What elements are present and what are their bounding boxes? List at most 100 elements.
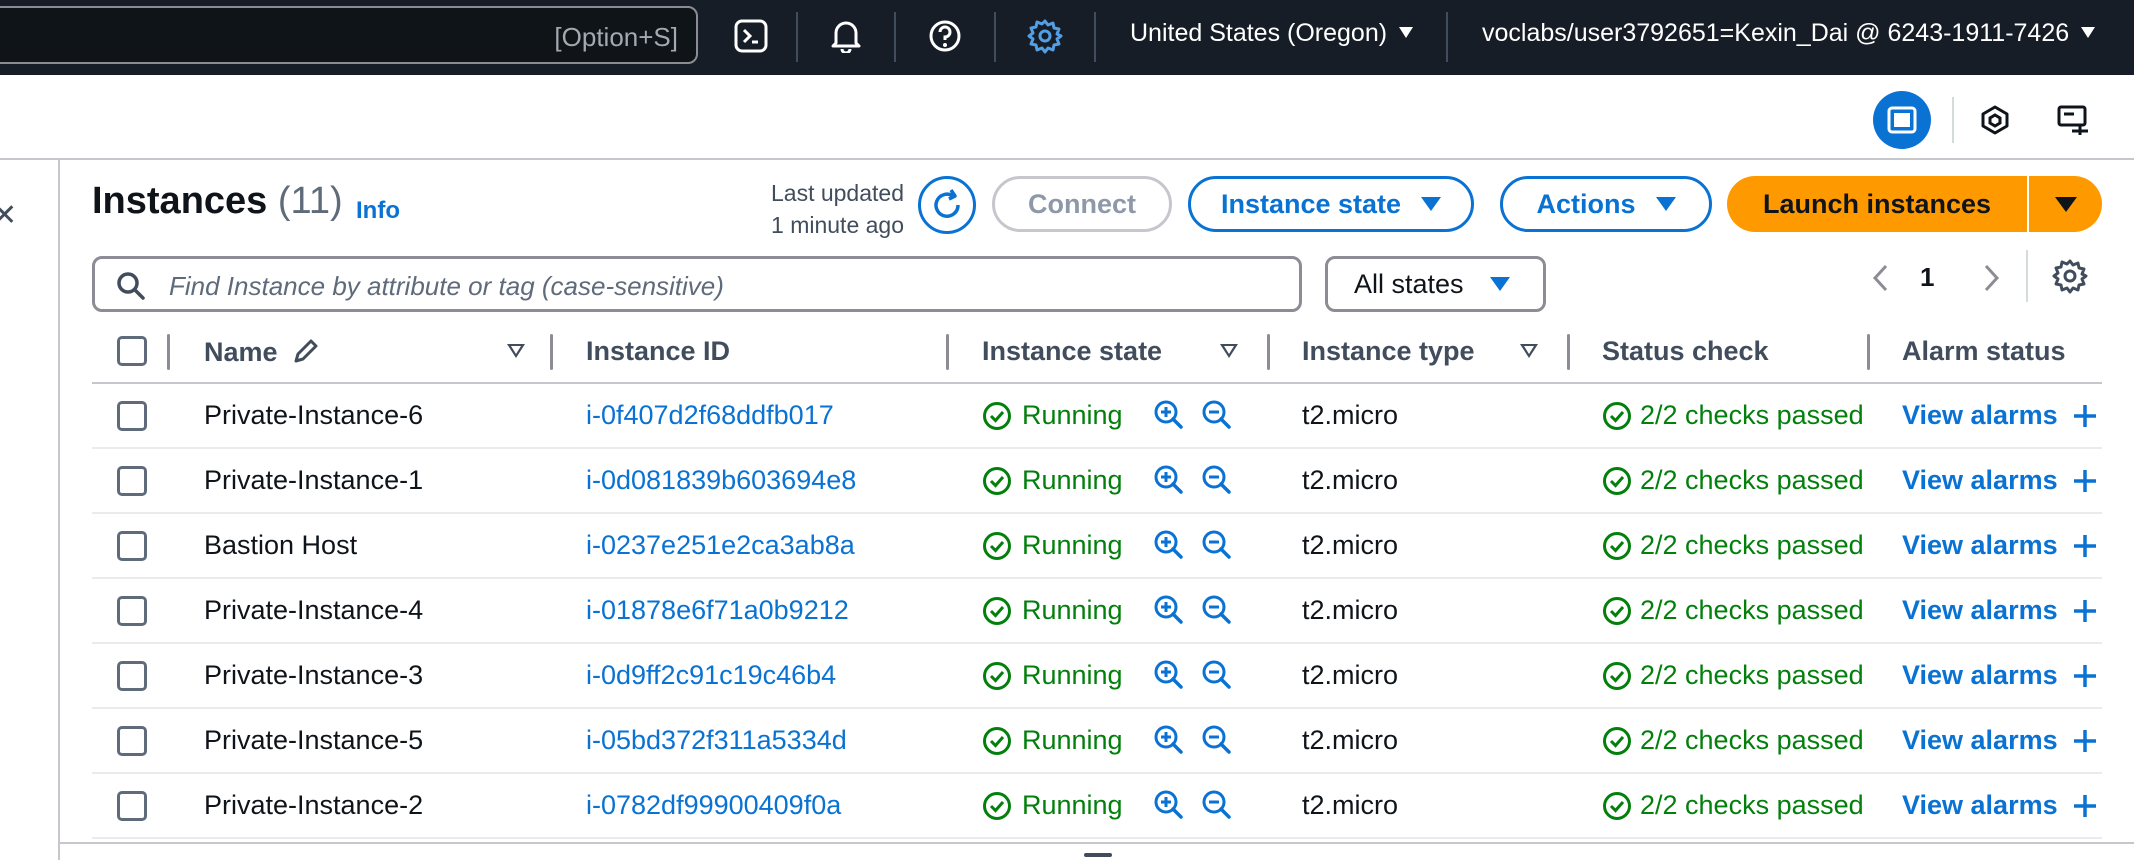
row-checkbox[interactable] xyxy=(117,596,147,626)
zoom-out-icon[interactable] xyxy=(1200,528,1234,562)
zoom-in-icon[interactable] xyxy=(1152,593,1186,627)
zoom-out-icon[interactable] xyxy=(1200,463,1234,497)
table-row[interactable]: Private-Instance-5 i-05bd372f311a5334d R… xyxy=(92,709,2102,774)
zoom-in-icon[interactable] xyxy=(1152,658,1186,692)
zoom-in-icon[interactable] xyxy=(1152,788,1186,822)
view-alarms-label: View alarms xyxy=(1902,725,2058,755)
plus-icon[interactable] xyxy=(2072,663,2098,689)
search-icon xyxy=(117,272,145,300)
view-alarms-link[interactable]: View alarms xyxy=(1902,400,2098,431)
plus-icon[interactable] xyxy=(2072,598,2098,624)
column-separator xyxy=(167,334,170,370)
zoom-out-icon[interactable] xyxy=(1200,593,1234,627)
plus-icon[interactable] xyxy=(2072,728,2098,754)
panel-icon[interactable] xyxy=(1873,91,1931,149)
row-checkbox[interactable] xyxy=(117,531,147,561)
nav-divider xyxy=(894,12,896,62)
row-checkbox[interactable] xyxy=(117,401,147,431)
table-row[interactable]: Private-Instance-3 i-0d9ff2c91c19c46b4 R… xyxy=(92,644,2102,709)
bell-icon[interactable] xyxy=(823,13,869,59)
settings-gear-icon[interactable] xyxy=(1022,13,1068,59)
instance-filter-input[interactable]: Find Instance by attribute or tag (case-… xyxy=(92,256,1302,312)
instance-type: t2.micro xyxy=(1302,400,1399,430)
zoom-out-icon[interactable] xyxy=(1200,788,1234,822)
plus-icon[interactable] xyxy=(2072,403,2098,429)
zoom-in-icon[interactable] xyxy=(1152,723,1186,757)
instance-id-link[interactable]: i-0d081839b603694e8 xyxy=(586,465,856,496)
column-header-name[interactable]: Name xyxy=(204,336,321,368)
launch-instances-dropdown[interactable] xyxy=(2029,176,2102,232)
instance-id-link[interactable]: i-05bd372f311a5334d xyxy=(586,725,847,756)
plus-icon[interactable] xyxy=(2072,468,2098,494)
sort-caret-icon[interactable] xyxy=(507,344,525,358)
close-icon[interactable]: ✕ xyxy=(0,198,17,233)
instance-id-link[interactable]: i-0237e251e2ca3ab8a xyxy=(586,530,855,561)
view-alarms-link[interactable]: View alarms xyxy=(1902,790,2098,821)
account-label: voclabs/user3792651=Kexin_Dai @ 6243-191… xyxy=(1482,19,2070,47)
instance-id-link[interactable]: i-01878e6f71a0b9212 xyxy=(586,595,849,626)
plus-icon[interactable] xyxy=(2072,793,2098,819)
next-page-icon[interactable] xyxy=(1976,260,2006,296)
zoom-in-icon[interactable] xyxy=(1152,463,1186,497)
view-alarms-link[interactable]: View alarms xyxy=(1902,660,2098,691)
view-alarms-link[interactable]: View alarms xyxy=(1902,595,2098,626)
select-all-checkbox[interactable] xyxy=(117,336,147,366)
zoom-in-icon[interactable] xyxy=(1152,398,1186,432)
global-search-input[interactable]: [Option+S] xyxy=(0,6,698,64)
instance-state-button[interactable]: Instance state xyxy=(1188,176,1474,232)
resize-handle[interactable] xyxy=(1084,853,1112,857)
zoom-in-icon[interactable] xyxy=(1152,528,1186,562)
view-alarms-link[interactable]: View alarms xyxy=(1902,530,2098,561)
hexagon-icon[interactable] xyxy=(1966,91,2024,149)
column-header-instance-type[interactable]: Instance type xyxy=(1302,336,1475,367)
instance-name: Private-Instance-1 xyxy=(204,465,424,495)
instance-id-link[interactable]: i-0782df99900409f0a xyxy=(586,790,841,821)
column-header-alarm-status[interactable]: Alarm status xyxy=(1902,336,2066,367)
actions-button[interactable]: Actions xyxy=(1500,176,1712,232)
view-alarms-link[interactable]: View alarms xyxy=(1902,725,2098,756)
table-row[interactable]: Private-Instance-4 i-01878e6f71a0b9212 R… xyxy=(92,579,2102,644)
row-checkbox[interactable] xyxy=(117,466,147,496)
table-row[interactable]: Private-Instance-6 i-0f407d2f68ddfb017 R… xyxy=(92,384,2102,449)
region-selector[interactable]: United States (Oregon) xyxy=(1130,19,1414,48)
launch-instances-button[interactable]: Launch instances xyxy=(1727,176,2027,232)
cloudshell-icon[interactable] xyxy=(728,13,774,59)
row-checkbox[interactable] xyxy=(117,726,147,756)
column-header-status-check[interactable]: Status check xyxy=(1602,336,1769,367)
preferences-gear-icon[interactable] xyxy=(2052,258,2088,294)
instance-id-link[interactable]: i-0d9ff2c91c19c46b4 xyxy=(586,660,836,691)
instance-state: Running xyxy=(982,595,1123,626)
sort-caret-icon[interactable] xyxy=(1520,344,1538,358)
instance-type: t2.micro xyxy=(1302,725,1399,755)
plus-icon[interactable] xyxy=(2072,533,2098,559)
connect-button[interactable]: Connect xyxy=(992,176,1172,232)
previous-page-icon[interactable] xyxy=(1866,260,1896,296)
status-check: 2/2 checks passed xyxy=(1602,465,1862,496)
row-checkbox[interactable] xyxy=(117,661,147,691)
info-link[interactable]: Info xyxy=(356,197,400,225)
table-row[interactable]: Private-Instance-2 i-0782df99900409f0a R… xyxy=(92,774,2102,839)
column-header-instance-id[interactable]: Instance ID xyxy=(586,336,730,367)
status-check-label: 2/2 checks passed xyxy=(1640,530,1862,560)
view-alarms-link[interactable]: View alarms xyxy=(1902,465,2098,496)
sort-caret-icon[interactable] xyxy=(1220,344,1238,358)
table-row[interactable]: Private-Instance-1 i-0d081839b603694e8 R… xyxy=(92,449,2102,514)
instance-id-link[interactable]: i-0f407d2f68ddfb017 xyxy=(586,400,834,431)
state-filter-select[interactable]: All states xyxy=(1325,256,1546,312)
zoom-out-icon[interactable] xyxy=(1200,398,1234,432)
current-page[interactable]: 1 xyxy=(1920,262,1934,293)
check-circle-icon xyxy=(1603,661,1631,690)
help-icon[interactable] xyxy=(922,13,968,59)
split-panel-divider xyxy=(60,842,2134,844)
check-circle-icon xyxy=(983,401,1011,430)
check-circle-icon xyxy=(983,791,1011,820)
screen-icon[interactable] xyxy=(2044,91,2102,149)
table-row[interactable]: Bastion Host i-0237e251e2ca3ab8a Running… xyxy=(92,514,2102,579)
column-header-instance-state[interactable]: Instance state xyxy=(982,336,1162,367)
utility-bar xyxy=(0,75,2134,160)
refresh-button[interactable] xyxy=(918,176,976,234)
account-menu[interactable]: voclabs/user3792651=Kexin_Dai @ 6243-191… xyxy=(1482,19,2096,48)
row-checkbox[interactable] xyxy=(117,791,147,821)
zoom-out-icon[interactable] xyxy=(1200,658,1234,692)
zoom-out-icon[interactable] xyxy=(1200,723,1234,757)
